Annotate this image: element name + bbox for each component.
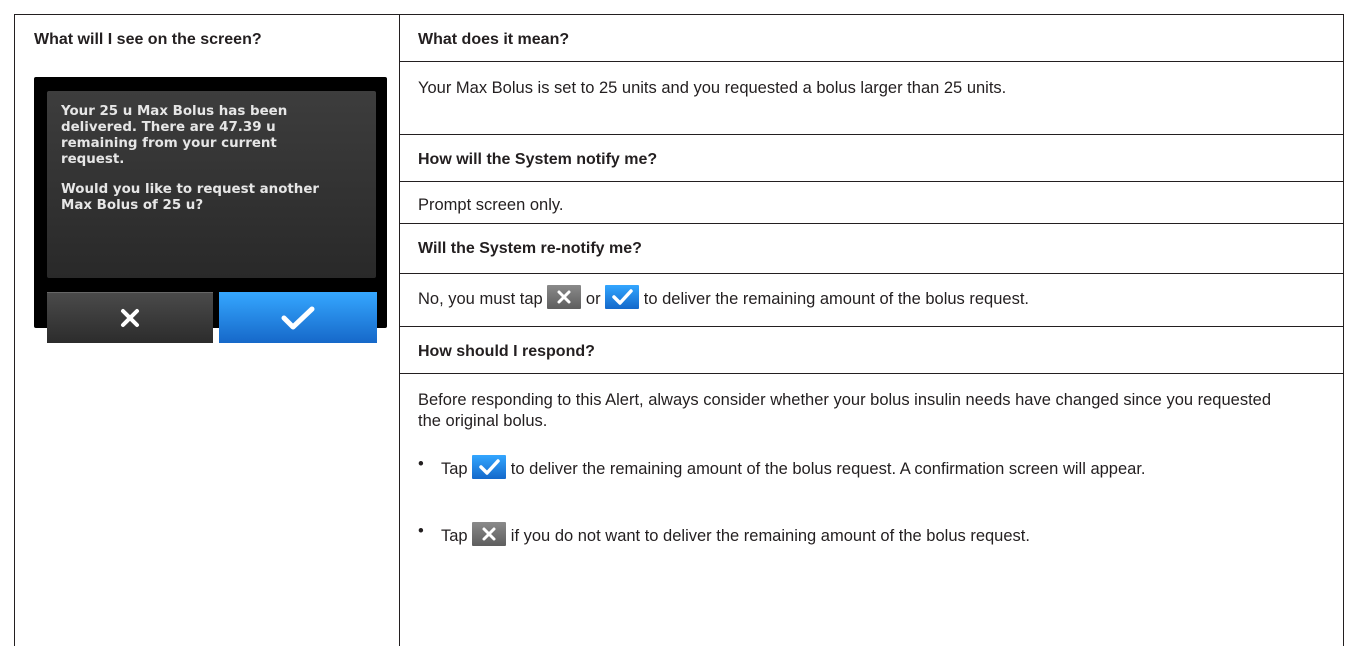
- bullet-icon: •: [418, 455, 424, 473]
- notify-section: How will the System notify me? Prompt sc…: [400, 134, 1343, 223]
- notify-heading: How will the System notify me?: [418, 151, 658, 168]
- meaning-section: What does it mean? Your Max Bolus is set…: [400, 15, 1343, 134]
- x-icon: [472, 522, 507, 546]
- info-column: What does it mean? Your Max Bolus is set…: [400, 15, 1343, 646]
- pump-screen-message: Your 25 u Max Bolus has been delivered. …: [47, 91, 376, 278]
- x-icon: [547, 285, 582, 309]
- meaning-heading: What does it mean?: [418, 31, 570, 48]
- x-icon: [121, 309, 139, 327]
- renotify-section: Will the System re-notify me? No, you mu…: [400, 223, 1343, 326]
- cancel-button[interactable]: [47, 292, 213, 343]
- divider: [400, 181, 1343, 182]
- respond-section: How should I respond? Before responding …: [400, 326, 1343, 647]
- bullet1-text-a: Tap: [441, 460, 468, 478]
- divider: [400, 273, 1343, 274]
- renotify-text-a: No, you must tap: [418, 290, 543, 308]
- bullet1-text-b: to deliver the remaining amount of the b…: [510, 460, 1146, 478]
- renotify-heading: Will the System re-notify me?: [418, 240, 642, 257]
- pump-screen: Your 25 u Max Bolus has been delivered. …: [34, 77, 387, 343]
- bullet-text: Tap if you do not want to deliver the re…: [441, 522, 1301, 547]
- pump-message-text: Your 25 u Max Bolus has been delivered. …: [61, 104, 288, 167]
- bullet-icon: •: [418, 522, 424, 540]
- check-icon: [605, 285, 640, 309]
- alert-table: What will I see on the screen? Your 25 u…: [14, 14, 1344, 646]
- renotify-text: No, you must tap or to deliver the remai…: [418, 285, 1325, 310]
- respond-heading: How should I respond?: [418, 343, 595, 360]
- bullet2-text-a: Tap: [441, 527, 468, 545]
- respond-intro: Before responding to this Alert, always …: [418, 391, 1272, 430]
- check-icon: [472, 455, 507, 479]
- pump-question-text: Would you like to request another Max Bo…: [61, 182, 320, 213]
- divider: [400, 373, 1343, 374]
- screen-column-heading: What will I see on the screen?: [34, 31, 262, 48]
- bullet2-text-b: if you do not want to deliver the remain…: [510, 527, 1030, 545]
- renotify-text-c: to deliver the remaining amount of the b…: [643, 290, 1030, 308]
- screen-column: What will I see on the screen? Your 25 u…: [15, 15, 400, 646]
- divider: [400, 61, 1343, 62]
- meaning-text: Your Max Bolus is set to 25 units and yo…: [418, 79, 1007, 97]
- renotify-text-b: or: [585, 290, 601, 308]
- check-icon: [281, 306, 315, 329]
- bullet-text: Tap to deliver the remaining amount of t…: [441, 455, 1301, 480]
- confirm-button[interactable]: [219, 292, 377, 343]
- notify-text: Prompt screen only.: [418, 196, 564, 214]
